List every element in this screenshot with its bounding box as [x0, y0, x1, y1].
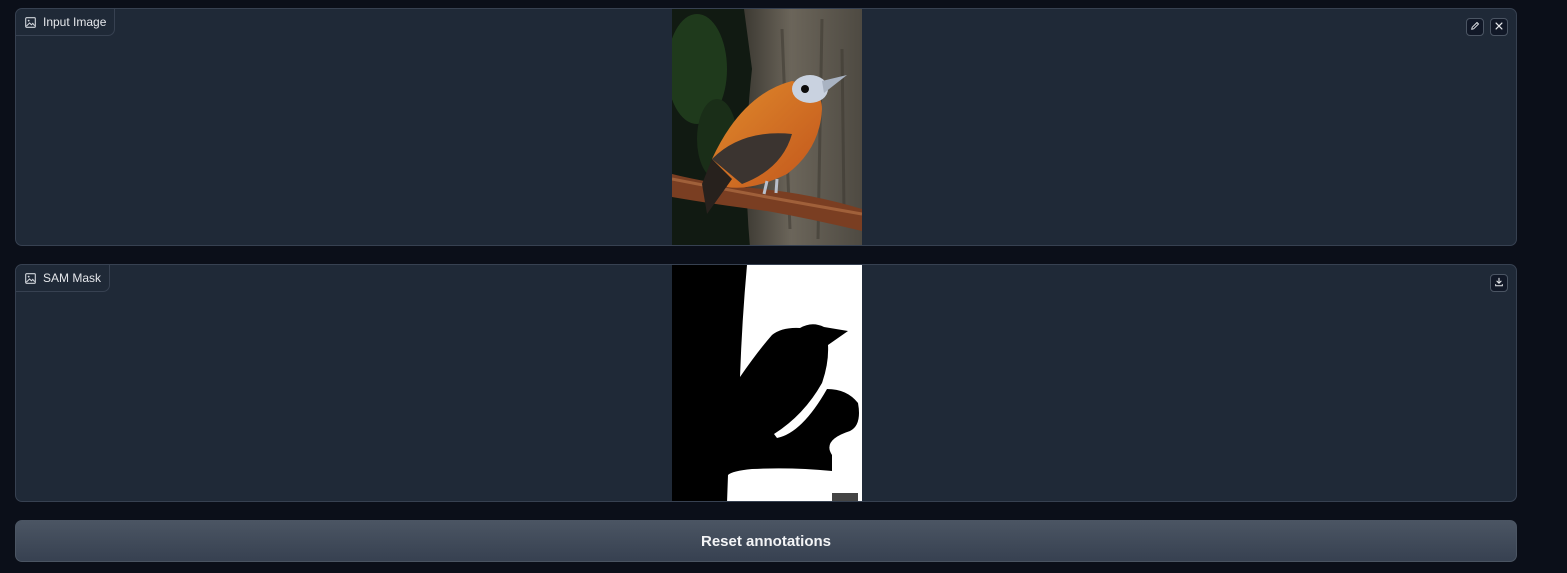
mask-silhouette [672, 265, 862, 501]
download-button[interactable] [1490, 274, 1508, 292]
sam-mask-panel: SAM Mask [15, 264, 1517, 502]
input-image-actions [1466, 18, 1508, 36]
input-image[interactable] [672, 9, 862, 245]
sam-mask-label: SAM Mask [43, 271, 102, 285]
image-icon [25, 272, 36, 284]
input-image-label: Input Image [43, 15, 107, 29]
edit-icon [1470, 18, 1480, 36]
edit-button[interactable] [1466, 18, 1484, 36]
download-icon [1494, 274, 1504, 292]
sam-mask-actions [1490, 274, 1508, 292]
sam-mask-label-tab: SAM Mask [16, 265, 111, 292]
reset-annotations-button[interactable]: Reset annotations [15, 520, 1517, 562]
input-image-panel: Input Image [15, 8, 1517, 246]
input-image-label-tab: Input Image [16, 9, 116, 36]
close-button[interactable] [1490, 18, 1508, 36]
sam-mask-image [672, 265, 862, 501]
close-icon [1494, 18, 1504, 36]
image-icon [25, 16, 36, 28]
bird-photo [672, 9, 862, 245]
